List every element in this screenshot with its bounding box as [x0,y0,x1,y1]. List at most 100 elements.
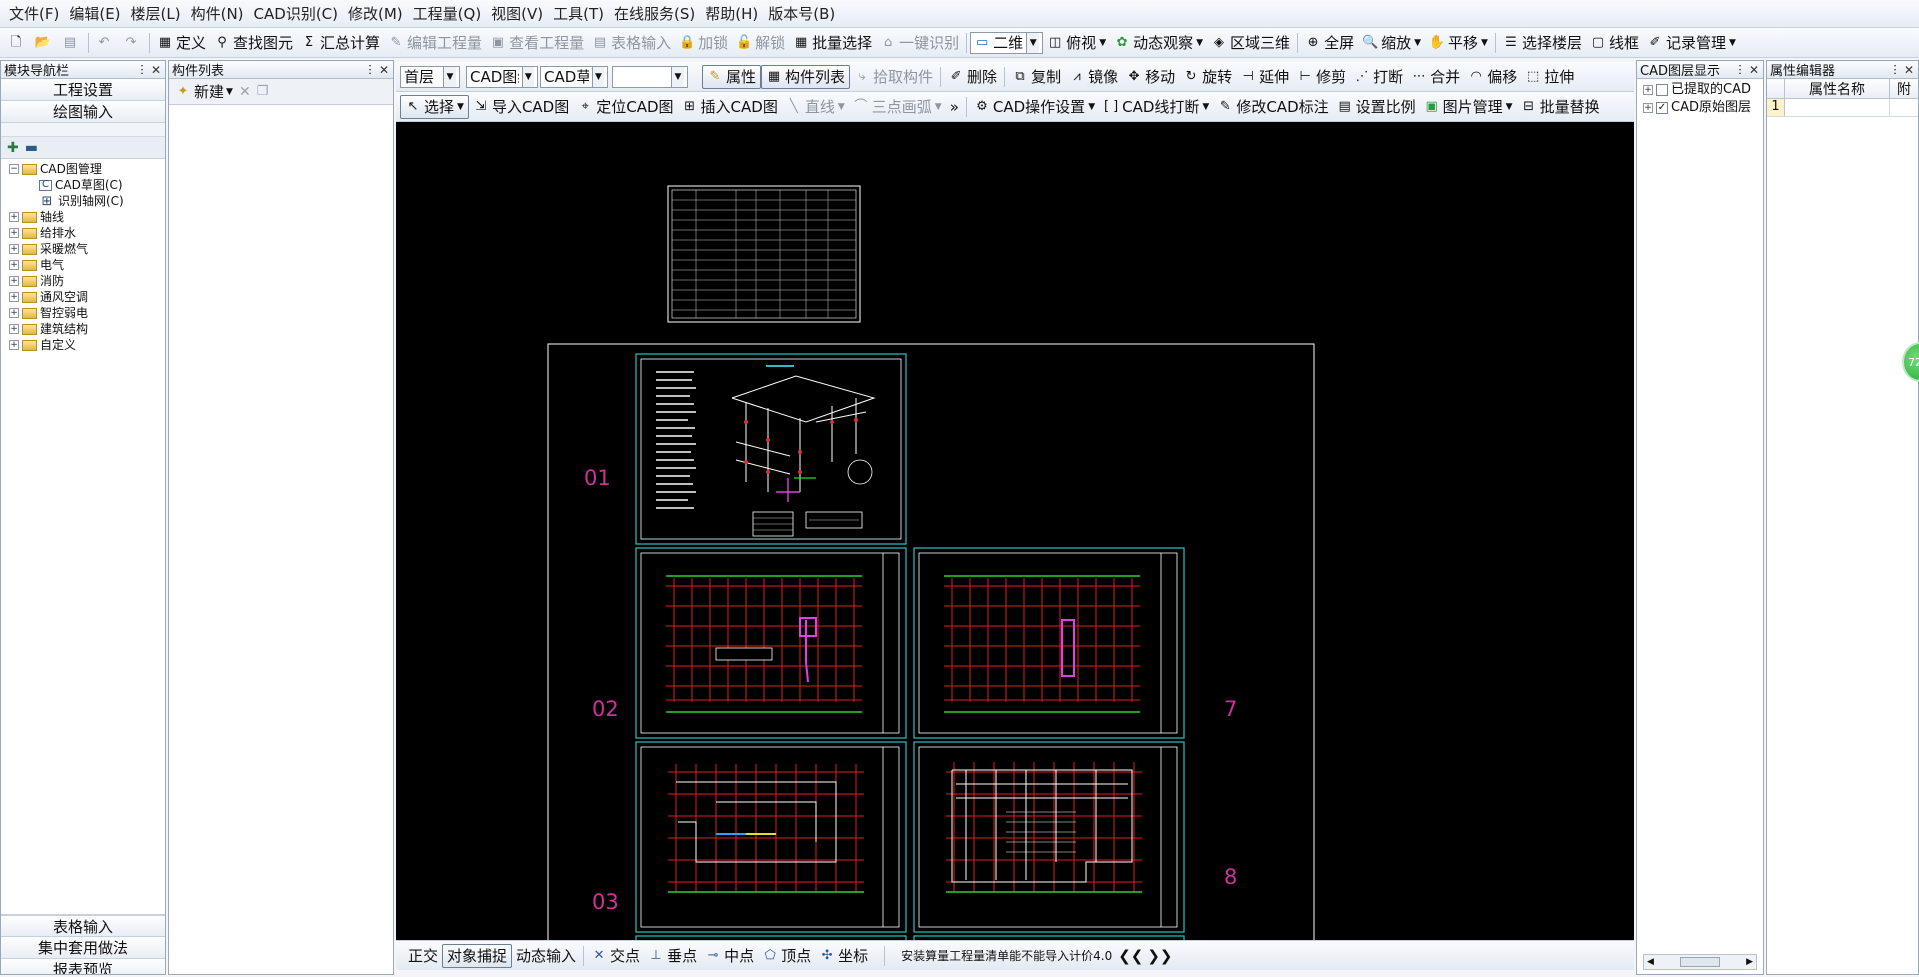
close-icon[interactable]: ✕ [151,63,161,77]
menu-item-10[interactable]: 帮助(H) [700,0,763,28]
batch-replace-button[interactable]: ⊟ 批量替换 [1517,95,1604,119]
pin-icon[interactable]: ⵗ [1738,63,1742,77]
close-icon[interactable]: ✕ [1749,63,1759,77]
cad-sketch-select[interactable]: CAD草图▼ [540,65,608,88]
merge-button[interactable]: ⋯ 合并 [1407,65,1464,89]
attribute-button[interactable]: ✎ 属性 [702,64,762,89]
property-row[interactable]: 1 [1767,99,1918,117]
object-snap-toggle[interactable]: 对象捕捉 [442,943,513,968]
nav-bottom-button-1[interactable]: 集中套用做法 [1,937,165,959]
fullscreen-button[interactable]: ⊕ 全屏 [1301,31,1358,55]
copy-icon[interactable]: ❐ [257,84,269,99]
cad-type-select[interactable]: CAD图纸▼ [466,65,538,88]
nav-bottom-button-0[interactable]: 表格输入 [1,915,165,937]
layer-extracted-cad[interactable]: + 已提取的CAD [1643,81,1763,99]
close-icon[interactable]: ✕ [1904,63,1914,77]
expand-icon[interactable]: + [9,324,19,334]
tree-node-cad-management[interactable]: − CAD图管理 [9,161,165,177]
line-button[interactable]: ╲ 直线 ▼ [782,95,849,119]
tree-node-folder-2[interactable]: + 采暖燃气 [9,241,165,257]
trim-button[interactable]: ⊢ 修剪 [1293,65,1350,89]
import-cad-button[interactable]: ⇲ 导入CAD图 [469,95,573,119]
scroll-left-icon[interactable]: ◀ [1647,957,1654,967]
top-view-button[interactable]: ◫ 俯视 ▼ [1043,31,1110,55]
modify-dimension-button[interactable]: ✎ 修改CAD标注 [1213,95,1332,119]
snap-vertex[interactable]: ⬠ 顶点 [758,944,815,968]
locate-cad-button[interactable]: ⌖ 定位CAD图 [573,95,677,119]
snap-intersection[interactable]: ✕ 交点 [587,944,644,968]
pick-component-button[interactable]: ⤷ 拾取构件 [850,65,937,89]
expand-icon[interactable]: + [9,260,19,270]
set-scale-button[interactable]: ▤ 设置比例 [1333,95,1420,119]
tree-node-folder-0[interactable]: + 轴线 [9,209,165,225]
one-key-identify-button[interactable]: ⌂ 一键识别 [876,31,963,55]
arc-button[interactable]: ⌒ 三点画弧 ▼ [849,95,946,119]
collapse-all-icon[interactable]: ▬ [25,140,38,156]
menu-item-5[interactable]: 修改(M) [343,0,408,28]
delete-button[interactable]: ✐ 删除 [944,65,1001,89]
expand-icon[interactable]: + [9,340,19,350]
mirror-button[interactable]: ⩘ 镜像 [1065,65,1122,89]
insert-cad-button[interactable]: ⊞ 插入CAD图 [678,95,782,119]
close-icon[interactable]: ✕ [379,63,389,77]
tree-node-folder-1[interactable]: + 给排水 [9,225,165,241]
record-management-button[interactable]: ✐ 记录管理 ▼ [1643,31,1740,55]
zoom-button[interactable]: 🔍 缩放 ▼ [1358,31,1425,55]
tree-node-folder-6[interactable]: + 智控弱电 [9,305,165,321]
cad-settings-button[interactable]: ⚙ CAD操作设置 ▼ [970,95,1099,119]
image-management-button[interactable]: ▣ 图片管理 ▼ [1420,95,1517,119]
rotate-button[interactable]: ↻ 旋转 [1179,65,1236,89]
undo-button[interactable]: ↶ [92,31,119,55]
save-button[interactable]: ▤ [58,31,85,55]
cad-drawing[interactable] [396,122,1634,940]
expand-all-icon[interactable]: ✚ [7,140,19,156]
next-message-button[interactable]: ❯❯ [1145,944,1174,968]
edit-quantity-button[interactable]: ✎ 编辑工程量 [384,31,486,55]
dynamic-input-toggle[interactable]: 动态输入 [512,944,580,968]
menu-item-6[interactable]: 工程量(Q) [408,0,487,28]
define-button[interactable]: ▦ 定义 [153,31,210,55]
nav-bottom-button-2[interactable]: 报表预览 [1,959,165,974]
cad-drawing-canvas[interactable]: 01 02 03 7 8 [396,122,1634,940]
tree-node-folder-3[interactable]: + 电气 [9,257,165,273]
layer-extracted-checkbox[interactable] [1656,84,1668,96]
batch-select-button[interactable]: ▦ 批量选择 [789,31,876,55]
select-button[interactable]: ↖ 选择 ▼ [400,94,469,119]
collapse-icon[interactable]: − [9,164,19,174]
scroll-thumb[interactable] [1680,957,1720,967]
component-select[interactable]: ▼ [612,65,688,88]
tree-node-axis-grid[interactable]: ⊞ 识别轴网(C) [9,193,165,209]
extend-button[interactable]: ⊣ 延伸 [1236,65,1293,89]
layer-original-cad[interactable]: + ✓ CAD原始图层 [1643,99,1763,117]
pin-icon[interactable]: ⵗ [368,63,372,77]
expand-icon[interactable]: + [1643,103,1653,113]
snap-perpendicular[interactable]: ⊥ 垂点 [644,944,701,968]
view-quantity-button[interactable]: ▣ 查看工程量 [486,31,588,55]
layer-original-checkbox[interactable]: ✓ [1656,102,1668,114]
table-input-button[interactable]: ▤ 表格输入 [588,31,675,55]
menu-item-7[interactable]: 视图(V) [486,0,548,28]
draw-input-button[interactable]: 绘图输入 [1,101,165,123]
ortho-toggle[interactable]: 正交 [404,944,442,968]
find-element-button[interactable]: ⚲ 查找图元 [210,31,297,55]
sum-calc-button[interactable]: Σ 汇总计算 [297,31,384,55]
pin-icon[interactable]: ⵗ [140,63,144,77]
pin-icon[interactable]: ⵗ [1893,63,1897,77]
expand-icon[interactable]: + [9,276,19,286]
tree-node-folder-8[interactable]: + 自定义 [9,337,165,353]
menu-item-2[interactable]: 楼层(L) [126,0,186,28]
snap-coordinate[interactable]: ✣ 坐标 [815,944,872,968]
tree-node-folder-5[interactable]: + 通风空调 [9,289,165,305]
expand-icon[interactable]: + [9,292,19,302]
menu-item-4[interactable]: CAD识别(C) [249,0,343,28]
expand-icon[interactable]: + [9,308,19,318]
dynamic-observe-button[interactable]: ✿ 动态观察 ▼ [1110,31,1207,55]
wireframe-button[interactable]: ▢ 线框 [1586,31,1643,55]
move-button[interactable]: ✥ 移动 [1122,65,1179,89]
new-component-button[interactable]: ✦ 新建 ▼ [175,80,233,104]
menu-item-11[interactable]: 版本号(B) [763,0,840,28]
cad-line-break-button[interactable]: [ ] CAD线打断 ▼ [1099,95,1213,119]
expand-icon[interactable]: + [9,228,19,238]
scroll-right-icon[interactable]: ▶ [1746,957,1753,967]
component-list-toggle[interactable]: ▦ 构件列表 [761,64,851,89]
